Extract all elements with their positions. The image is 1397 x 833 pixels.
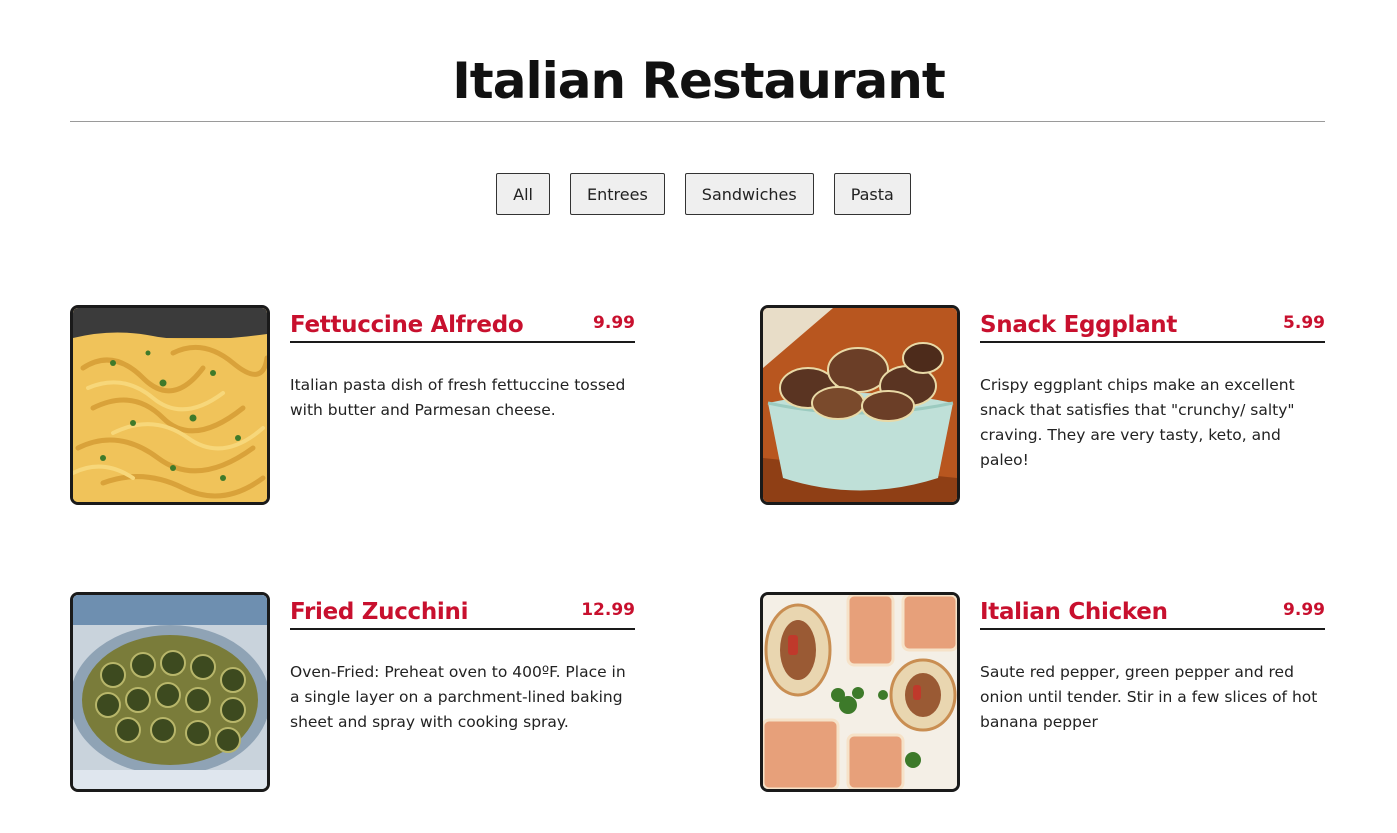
filter-button-entrees[interactable]: Entrees [570, 173, 665, 215]
fried-zucchini-photo [70, 592, 270, 792]
italian-chicken-sandwich-photo [760, 592, 960, 792]
menu-item-description: Saute red pepper, green pepper and red o… [980, 663, 1318, 731]
menu-item-description: Italian pasta dish of fresh fettuccine t… [290, 376, 626, 419]
menu-item-header: Snack Eggplant 5.99 [980, 305, 1325, 343]
menu-item-header: Fettuccine Alfredo 9.99 [290, 305, 635, 343]
menu-item-info: Fried Zucchini 12.99 Oven-Fried: Preheat… [290, 592, 635, 751]
page-title: Italian Restaurant [452, 52, 946, 110]
eggplant-chips-photo [760, 305, 960, 505]
filter-button-all[interactable]: All [496, 173, 550, 215]
category-filter-bar: All Entrees Sandwiches Pasta [0, 173, 1397, 215]
menu-item: Fettuccine Alfredo 9.99 Italian pasta di… [70, 305, 635, 505]
fettuccine-alfredo-photo [70, 305, 270, 505]
menu-item-name: Fried Zucchini [290, 599, 469, 625]
title-divider [70, 121, 1325, 122]
menu-item-info: Snack Eggplant 5.99 Crispy eggplant chip… [980, 305, 1325, 489]
menu-item: Fried Zucchini 12.99 Oven-Fried: Preheat… [70, 592, 635, 792]
menu-item-price: 9.99 [593, 313, 635, 333]
filter-button-sandwiches[interactable]: Sandwiches [684, 173, 814, 215]
filter-button-pasta[interactable]: Pasta [833, 173, 911, 215]
menu-item-name: Italian Chicken [980, 599, 1168, 625]
menu-item: Italian Chicken 9.99 Saute red pepper, g… [760, 592, 1325, 792]
menu-item-header: Italian Chicken 9.99 [980, 592, 1325, 630]
menu-item-price: 12.99 [581, 600, 635, 620]
menu-item-price: 9.99 [1283, 600, 1325, 620]
menu-item-info: Fettuccine Alfredo 9.99 Italian pasta di… [290, 305, 635, 439]
menu-item-description: Oven-Fried: Preheat oven to 400ºF. Place… [290, 663, 626, 731]
menu-item-name: Snack Eggplant [980, 312, 1178, 338]
menu-item-description: Crispy eggplant chips make an excellent … [980, 376, 1295, 469]
menu-item-header: Fried Zucchini 12.99 [290, 592, 635, 630]
menu-item-price: 5.99 [1283, 313, 1325, 333]
menu-item-name: Fettuccine Alfredo [290, 312, 524, 338]
menu-item: Snack Eggplant 5.99 Crispy eggplant chip… [760, 305, 1325, 505]
menu-item-info: Italian Chicken 9.99 Saute red pepper, g… [980, 592, 1325, 751]
